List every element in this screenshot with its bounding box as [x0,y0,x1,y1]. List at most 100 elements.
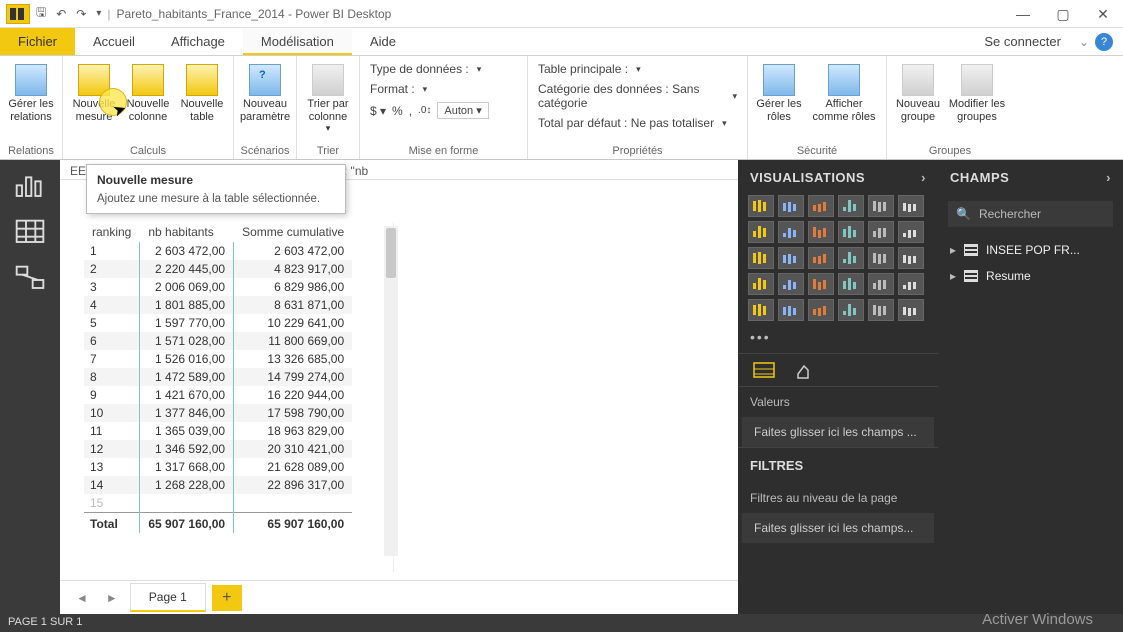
minimize-button[interactable]: — [1003,0,1043,28]
visual-type-tile[interactable] [778,273,804,295]
visual-type-tile[interactable] [868,221,894,243]
undo-icon[interactable]: ↶ [56,7,66,21]
more-visuals-button[interactable]: ••• [738,327,938,353]
data-view-button[interactable] [14,218,46,244]
field-table-insee[interactable]: ▸ INSEE POP FR... [938,237,1123,263]
visual-type-tile[interactable] [868,247,894,269]
visual-type-tile[interactable] [838,221,864,243]
tab-affichage[interactable]: Affichage [153,28,243,55]
visual-type-tile[interactable] [808,195,834,217]
table-row[interactable]: 22 220 445,004 823 917,00 [84,260,352,278]
visual-type-tile[interactable] [778,247,804,269]
prev-page-button[interactable]: ◄ [70,591,94,605]
percent-icon[interactable]: % [392,104,403,118]
tab-aide[interactable]: Aide [352,28,414,55]
dropdown-icon[interactable]: ▾ [636,64,641,75]
table-visual[interactable]: ranking nb habitants Somme cumulative 12… [84,222,394,572]
table-row[interactable]: 81 472 589,0014 799 274,00 [84,368,352,386]
visual-type-tile[interactable] [778,299,804,321]
table-row[interactable]: 91 421 670,0016 220 944,00 [84,386,352,404]
page-tab-1[interactable]: Page 1 [130,583,206,612]
visual-type-tile[interactable] [808,221,834,243]
visual-type-tile[interactable] [838,247,864,269]
new-group-button[interactable]: Nouveau groupe [893,60,943,123]
new-parameter-button[interactable]: ?Nouveau paramètre [240,60,290,123]
view-as-roles-button[interactable]: Afficher comme rôles [808,60,880,123]
vertical-scrollbar[interactable] [384,226,398,556]
table-row[interactable]: 61 571 028,0011 800 669,00 [84,332,352,350]
col-habitants[interactable]: nb habitants [140,222,234,242]
table-row[interactable]: 32 006 069,006 829 986,00 [84,278,352,296]
col-cumulative[interactable]: Somme cumulative [234,222,353,242]
col-ranking[interactable]: ranking [84,222,140,242]
model-view-button[interactable] [14,264,46,290]
redo-icon[interactable]: ↷ [76,7,86,21]
visual-type-tile[interactable] [868,195,894,217]
help-icon[interactable]: ? [1095,33,1113,51]
visual-type-tile[interactable] [748,221,774,243]
qat-dropdown-icon[interactable]: ▾ [96,8,101,19]
decimal-icon[interactable]: .0↕ [418,105,431,116]
format-tab-icon[interactable] [794,360,818,380]
report-view-button[interactable] [14,172,46,198]
visual-type-tile[interactable] [748,195,774,217]
visual-type-tile[interactable] [868,299,894,321]
edit-groups-button[interactable]: Modifier les groupes [947,60,1007,123]
visual-type-tile[interactable] [748,273,774,295]
table-row[interactable]: 121 346 592,0020 310 421,00 [84,440,352,458]
visual-type-tile[interactable] [898,273,924,295]
maximize-button[interactable]: ▢ [1043,0,1083,28]
dropdown-icon[interactable]: ▾ [477,64,482,75]
save-icon[interactable]: 🖫 [36,3,46,24]
fields-header[interactable]: CHAMPS› [938,160,1123,195]
tab-modelisation[interactable]: Modélisation [243,28,352,55]
sort-by-column-button[interactable]: Trier par colonne▾ [303,60,353,134]
visual-type-tile[interactable] [868,273,894,295]
visual-type-tile[interactable] [898,195,924,217]
table-row[interactable]: 41 801 885,008 631 871,00 [84,296,352,314]
tab-accueil[interactable]: Accueil [75,28,153,55]
visualizations-header[interactable]: VISUALISATIONS› [738,160,938,195]
next-page-button[interactable]: ► [100,591,124,605]
visual-type-tile[interactable] [898,221,924,243]
visual-type-tile[interactable] [808,273,834,295]
visual-type-tile[interactable] [838,195,864,217]
field-table-resume[interactable]: ▸ Resume [938,263,1123,289]
visual-type-tile[interactable] [778,195,804,217]
thousands-icon[interactable]: , [409,104,412,118]
new-measure-button[interactable]: Nouvelle mesure [69,60,119,123]
table-row[interactable]: 131 317 668,0021 628 089,00 [84,458,352,476]
signin-button[interactable]: Se connecter [966,28,1079,55]
new-table-button[interactable]: Nouvelle table [177,60,227,123]
manage-roles-button[interactable]: Gérer les rôles [754,60,804,123]
table-row[interactable]: 111 365 039,0018 963 829,00 [84,422,352,440]
add-page-button[interactable]: + [212,585,242,611]
fields-search[interactable]: 🔍 Rechercher [948,201,1113,227]
fields-tab-icon[interactable] [752,360,776,380]
visual-type-tile[interactable] [838,299,864,321]
values-dropzone[interactable]: Faites glisser ici les champs ... [742,417,934,447]
visual-type-tile[interactable] [808,299,834,321]
table-row[interactable]: 12 603 472,002 603 472,00 [84,242,352,260]
dropdown-icon[interactable]: ▾ [722,118,727,129]
new-column-button[interactable]: Nouvelle colonne [123,60,173,123]
auto-format-box[interactable]: Auton ▾ [437,102,488,119]
manage-relations-button[interactable]: Gérer les relations [6,60,56,123]
table-row[interactable]: 51 597 770,0010 229 641,00 [84,314,352,332]
page-filters-dropzone[interactable]: Faites glisser ici les champs... [742,513,934,543]
chevron-down-icon[interactable]: ⌄ [1079,28,1089,55]
visual-type-tile[interactable] [838,273,864,295]
visual-type-tile[interactable] [778,221,804,243]
tab-file[interactable]: Fichier [0,28,75,55]
visual-type-tile[interactable] [748,299,774,321]
visual-type-tile[interactable] [898,299,924,321]
report-canvas[interactable]: EE POP FRA 2014' ; 'INSEE POP FRA 2014'[… [60,160,738,614]
currency-icon[interactable]: $ ▾ [370,104,386,118]
visual-type-tile[interactable] [748,247,774,269]
close-button[interactable]: ✕ [1083,0,1123,28]
table-row[interactable]: 141 268 228,0022 896 317,00 [84,476,352,494]
table-row[interactable]: 71 526 016,0013 326 685,00 [84,350,352,368]
visual-type-tile[interactable] [898,247,924,269]
dropdown-icon[interactable]: ▾ [423,84,428,95]
dropdown-icon[interactable]: ▾ [732,91,737,102]
